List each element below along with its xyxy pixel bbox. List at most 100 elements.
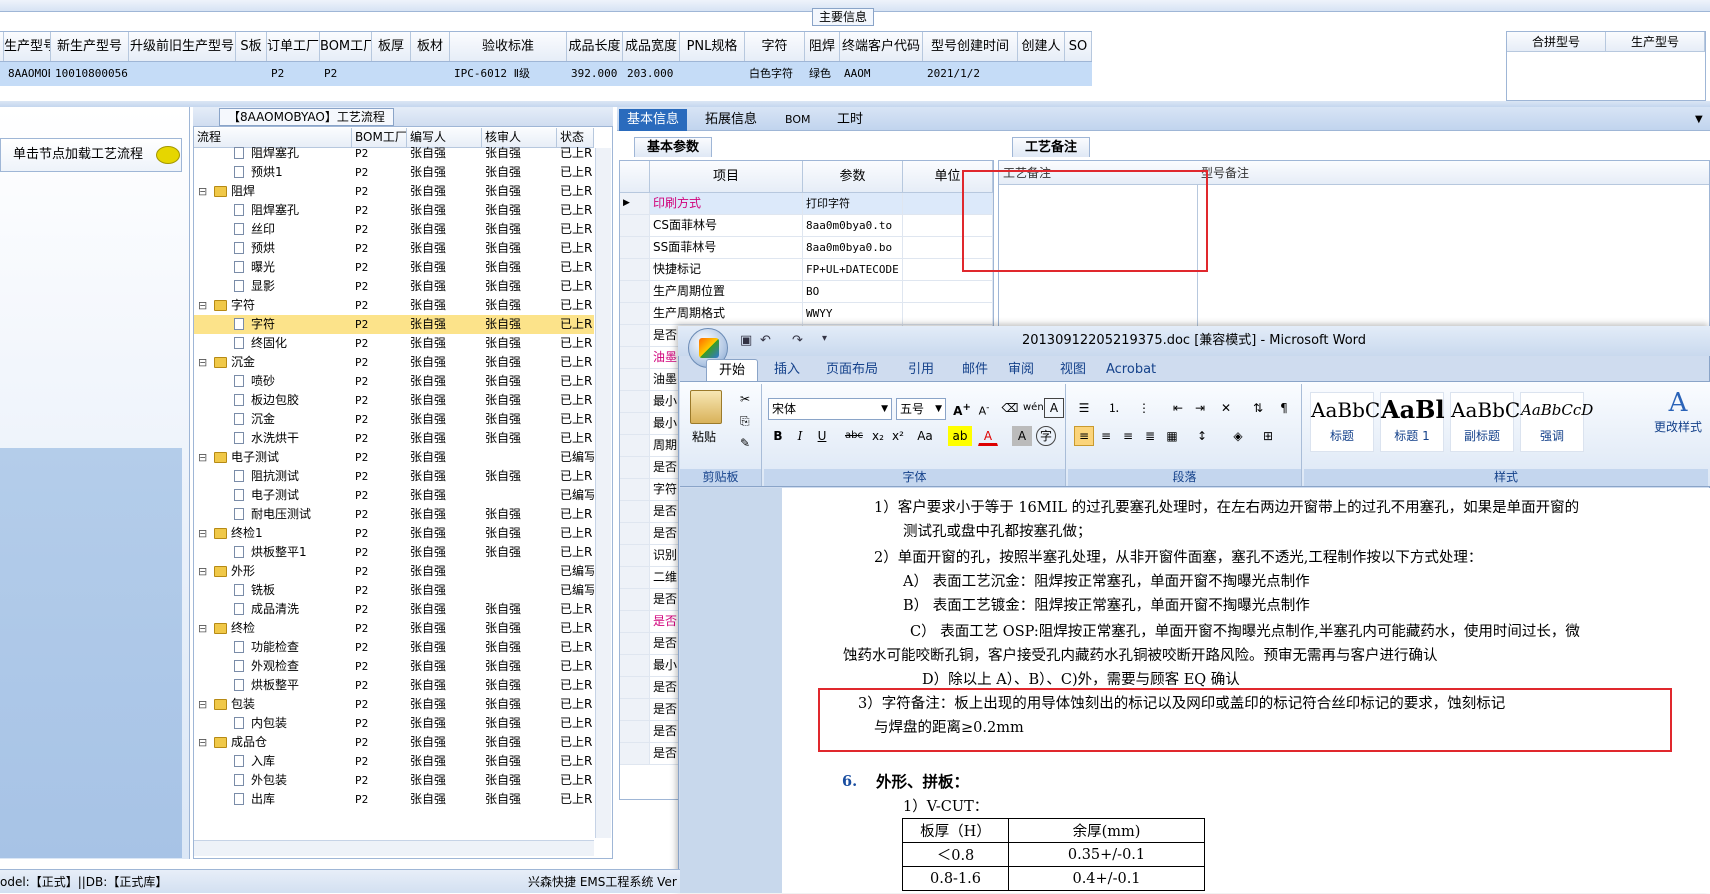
collapse-icon[interactable]: ⊟ bbox=[198, 562, 207, 581]
tree-node[interactable]: 预烘1 bbox=[194, 163, 352, 182]
grid-header-cell[interactable]: PNL规格 bbox=[680, 32, 745, 61]
increase-indent-icon[interactable]: ⇥ bbox=[1190, 398, 1210, 418]
tree-node[interactable]: 水洗烘干 bbox=[194, 429, 352, 448]
italic-icon[interactable]: I bbox=[790, 426, 810, 446]
highlight-icon[interactable]: ab bbox=[948, 426, 972, 446]
tree-row[interactable]: 预烘 P2 张自强 张自强 已上R bbox=[194, 239, 594, 258]
grid-cell[interactable]: IPC-6012 Ⅱ级 bbox=[450, 62, 567, 86]
paste-label[interactable]: 粘贴 bbox=[692, 428, 716, 445]
tree-node[interactable]: 预烘 bbox=[194, 239, 352, 258]
tree-node[interactable]: 外观检查 bbox=[194, 657, 352, 676]
load-process-button[interactable]: 单击节点加载工艺流程 bbox=[0, 138, 182, 172]
tree-node[interactable]: 内包装 bbox=[194, 714, 352, 733]
tree-node[interactable]: 终固化 bbox=[194, 334, 352, 353]
grid-header-cell[interactable]: 板材 bbox=[411, 32, 450, 61]
ribbon-tab[interactable]: 引用 bbox=[896, 359, 946, 381]
tree-row[interactable]: ⊟ 终检 P2 张自强 张自强 已上R bbox=[194, 619, 594, 638]
grid-header-cell[interactable]: 创建人 bbox=[1018, 32, 1065, 61]
tree-node[interactable]: ⊟ 沉金 bbox=[194, 353, 352, 372]
tree-node[interactable]: 烘板整平 bbox=[194, 676, 352, 695]
tab-basic-info[interactable]: 基本信息 bbox=[619, 109, 688, 131]
tree-node[interactable]: 喷砂 bbox=[194, 372, 352, 391]
font-color-icon[interactable]: A bbox=[978, 426, 998, 446]
collapse-icon[interactable]: ⊟ bbox=[198, 733, 207, 752]
tree-row[interactable]: 显影 P2 张自强 张自强 已上R bbox=[194, 277, 594, 296]
grid-cell[interactable]: 绿色 bbox=[805, 62, 840, 86]
char-shading-icon[interactable]: A bbox=[1012, 426, 1032, 446]
change-case-icon[interactable]: Aa bbox=[912, 426, 938, 446]
tab-extended-info[interactable]: 拓展信息 bbox=[697, 109, 765, 131]
tree-node[interactable]: ⊟ 字符 bbox=[194, 296, 352, 315]
clear-format-icon[interactable]: ⌫ bbox=[1000, 398, 1020, 418]
ribbon-tab[interactable]: 页面布局 bbox=[814, 359, 890, 381]
tabs-dropdown-icon[interactable]: ▼ bbox=[1687, 109, 1710, 131]
chinese-layout-icon[interactable]: ✕ bbox=[1216, 398, 1236, 418]
shrink-font-icon[interactable]: A- bbox=[974, 398, 994, 418]
grid-cell[interactable] bbox=[1065, 62, 1092, 86]
tree-node[interactable]: 沉金 bbox=[194, 410, 352, 429]
tree-row[interactable]: ⊟ 包装 P2 张自强 张自强 已上R bbox=[194, 695, 594, 714]
tab-bom[interactable]: BOM bbox=[777, 109, 819, 131]
grid-cell[interactable]: P2 bbox=[267, 62, 320, 86]
tree-row[interactable]: 丝印 P2 张自强 张自强 已上R bbox=[194, 220, 594, 239]
tree-row[interactable]: 成品清洗 P2 张自强 张自强 已上R bbox=[194, 600, 594, 619]
tree-node[interactable]: ⊟ 包装 bbox=[194, 695, 352, 714]
change-styles-button[interactable]: A 更改样式 bbox=[1650, 388, 1706, 460]
tree-node[interactable]: ⊟ 终检 bbox=[194, 619, 352, 638]
tree-row[interactable]: 烘板整平1 P2 张自强 张自强 已上R bbox=[194, 543, 594, 562]
align-center-icon[interactable]: ≡ bbox=[1096, 426, 1116, 446]
tree-row[interactable]: 耐电压测试 P2 张自强 张自强 已上R bbox=[194, 505, 594, 524]
grid-header-cell[interactable]: 新生产型号 bbox=[51, 32, 129, 61]
strikethrough-icon[interactable]: abc bbox=[844, 426, 864, 446]
ribbon-tab[interactable]: 邮件 bbox=[950, 359, 1000, 381]
ribbon-tab[interactable]: 视图 bbox=[1048, 359, 1098, 381]
justify-icon[interactable]: ≣ bbox=[1140, 426, 1160, 446]
grid-cell[interactable]: 392.000 bbox=[567, 62, 623, 86]
grid-header-cell[interactable]: 订单工厂 bbox=[267, 32, 320, 61]
tree-node[interactable]: ⊟ 外形 bbox=[194, 562, 352, 581]
ribbon-tab[interactable]: 审阅 bbox=[996, 359, 1046, 381]
grid-cell[interactable]: 8AAOMOBYAO bbox=[4, 62, 51, 86]
phonetic-icon[interactable]: wén bbox=[1022, 398, 1044, 418]
tree-node[interactable]: ⊟ 阻焊 bbox=[194, 182, 352, 201]
grid-cell[interactable]: 2021/1/2 bbox=[923, 62, 1018, 86]
cut-icon[interactable]: ✂ bbox=[740, 392, 750, 406]
tree-horizontal-scrollbar[interactable] bbox=[194, 840, 594, 856]
show-marks-icon[interactable]: ¶ bbox=[1274, 398, 1294, 418]
tree-row[interactable]: 外观检查 P2 张自强 张自强 已上R bbox=[194, 657, 594, 676]
grid-header-cell[interactable]: 成品长度 bbox=[567, 32, 623, 61]
tree-row[interactable]: 终固化 P2 张自强 张自强 已上R bbox=[194, 334, 594, 353]
tree-node[interactable]: 字符 bbox=[194, 315, 352, 334]
tree-row[interactable]: 烘板整平 P2 张自强 张自强 已上R bbox=[194, 676, 594, 695]
tree-node[interactable]: ⊟ 成品仓 bbox=[194, 733, 352, 752]
grid-cell[interactable] bbox=[411, 62, 450, 86]
tree-row[interactable]: 喷砂 P2 张自强 张自强 已上R bbox=[194, 372, 594, 391]
param-value[interactable]: BO bbox=[803, 281, 903, 302]
bold-icon[interactable]: B bbox=[768, 426, 788, 446]
tree-row[interactable]: ⊟ 字符 P2 张自强 张自强 已上R bbox=[194, 296, 594, 315]
tree-row[interactable]: 出库 P2 张自强 张自强 已上R bbox=[194, 790, 594, 809]
subscript-icon[interactable]: x₂ bbox=[868, 426, 888, 446]
grid-header-cell[interactable]: 板厚 bbox=[372, 32, 411, 61]
font-size-combo[interactable]: 五号 ▼ bbox=[896, 398, 946, 420]
grid-header-cell[interactable]: 字符 bbox=[745, 32, 805, 61]
tree-row[interactable]: ⊟ 阻焊 P2 张自强 张自强 已上R bbox=[194, 182, 594, 201]
tree-node[interactable]: ⊟ 终检1 bbox=[194, 524, 352, 543]
grid-header-cell[interactable]: 型号创建时间 bbox=[923, 32, 1018, 61]
underline-icon[interactable]: U bbox=[812, 426, 832, 446]
tree-row[interactable]: ⊟ 成品仓 P2 张自强 张自强 已上R bbox=[194, 733, 594, 752]
tree-node[interactable]: 阻抗测试 bbox=[194, 467, 352, 486]
grid-cell[interactable] bbox=[372, 62, 411, 86]
ribbon-tab[interactable]: Acrobat bbox=[1094, 359, 1168, 381]
save-icon[interactable]: ▣ bbox=[740, 333, 752, 348]
tree-vertical-scrollbar[interactable] bbox=[595, 148, 611, 838]
tree-node[interactable]: 烘板整平1 bbox=[194, 543, 352, 562]
style-gallery-item[interactable]: AaBl 标题 1 bbox=[1380, 392, 1445, 452]
tree-row[interactable]: 铣板 P2 张自强 已编写 bbox=[194, 581, 594, 600]
tree-node[interactable]: 显影 bbox=[194, 277, 352, 296]
borders-icon[interactable]: ⊞ bbox=[1258, 426, 1278, 446]
sort-icon[interactable]: ⇅ bbox=[1248, 398, 1268, 418]
collapse-icon[interactable]: ⊟ bbox=[198, 296, 207, 315]
undo-icon[interactable]: ↶ bbox=[760, 333, 771, 348]
style-gallery-item[interactable]: AaBbC 标题 bbox=[1310, 392, 1380, 452]
